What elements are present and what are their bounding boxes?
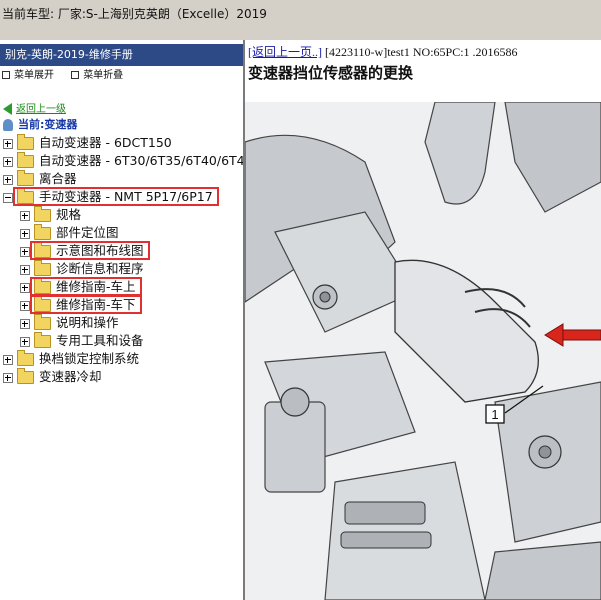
- tree-item-label: 自动变速器 - 6DCT150: [39, 135, 172, 150]
- expand-toggle-icon[interactable]: [20, 246, 30, 257]
- tree-item-label: 规格: [56, 207, 82, 222]
- expand-toggle-icon[interactable]: [3, 354, 13, 365]
- tree-item-label: 部件定位图: [56, 225, 119, 240]
- expand-toggle-icon[interactable]: [3, 174, 13, 185]
- collapse-icon: [71, 71, 80, 79]
- back-page-link[interactable]: [返回上一页..]: [248, 45, 322, 59]
- page-title: 变速器挡位传感器的更换: [248, 64, 414, 82]
- menu-expand-button[interactable]: 菜单展开: [2, 70, 54, 81]
- folder-icon: [17, 134, 34, 150]
- tree-item-label: 离合器: [39, 171, 77, 186]
- expand-toggle-icon[interactable]: [20, 300, 30, 311]
- highlight-box: [13, 187, 219, 206]
- folder-icon: [17, 152, 34, 168]
- highlight-box: [30, 241, 150, 260]
- expand-toggle-icon[interactable]: [3, 138, 13, 149]
- folder-icon: [17, 368, 34, 384]
- tree-item[interactable]: 变速器冷却: [3, 368, 102, 385]
- tree-item-label: 自动变速器 - 6T30/6T35/6T40/6T45/6T50: [39, 153, 245, 168]
- expand-toggle-icon[interactable]: [3, 372, 13, 383]
- tree-item-label: 换档锁定控制系统: [39, 351, 140, 366]
- tree-item-label: 诊断信息和程序: [56, 261, 144, 276]
- menu-collapse-button[interactable]: 菜单折叠: [71, 70, 123, 81]
- vehicle-title: 当前车型: 厂家:S-上海别克英朗（Excelle）2019: [2, 7, 267, 21]
- user-icon: [3, 119, 13, 131]
- menu-operations: 菜单展开 菜单折叠: [0, 66, 243, 86]
- back-arrow-icon: [3, 103, 12, 115]
- expand-toggle-icon[interactable]: [20, 318, 30, 329]
- tree-item-label: 变速器冷却: [39, 369, 102, 384]
- tree-item[interactable]: 换档锁定控制系统: [3, 350, 139, 367]
- expand-toggle-icon[interactable]: [20, 210, 30, 221]
- expand-toggle-icon[interactable]: [20, 336, 30, 347]
- tree-item-label: 专用工具和设备: [56, 333, 144, 348]
- back-link-label: 返回上一级: [16, 104, 66, 115]
- tree-item-label: 说明和操作: [56, 315, 119, 330]
- back-link[interactable]: 返回上一级: [3, 100, 66, 115]
- sidebar: 别克-英朗-2019-维修手册 菜单展开 菜单折叠 返回上一级 当前:变速器 自…: [0, 40, 245, 600]
- folder-icon: [34, 224, 51, 240]
- tree-item[interactable]: 部件定位图: [20, 224, 119, 241]
- title-bar: 当前车型: 厂家:S-上海别克英朗（Excelle）2019: [0, 0, 601, 41]
- tree-item[interactable]: 专用工具和设备: [20, 332, 144, 349]
- folder-icon: [34, 206, 51, 222]
- callout-label: 1: [491, 407, 498, 422]
- current-location-label: 当前:变速器: [18, 118, 78, 131]
- doc-navigation: [返回上一页..] [4223110-w]test1 NO:65PC:1 .20…: [248, 43, 518, 60]
- folder-icon: [34, 314, 51, 330]
- tree-item[interactable]: 说明和操作: [20, 314, 119, 331]
- folder-icon: [17, 170, 34, 186]
- sidebar-heading: 别克-英朗-2019-维修手册: [0, 44, 243, 66]
- expand-icon: [2, 71, 10, 79]
- highlight-box: [30, 295, 142, 314]
- tree-item[interactable]: 诊断信息和程序: [20, 260, 144, 277]
- folder-icon: [17, 350, 34, 366]
- tree-item[interactable]: 自动变速器 - 6DCT150: [3, 134, 172, 151]
- tree-item[interactable]: 离合器: [3, 170, 77, 187]
- current-location: 当前:变速器: [3, 116, 77, 132]
- collapse-toggle-icon[interactable]: [3, 192, 13, 203]
- tree-item[interactable]: 规格: [20, 206, 81, 223]
- expand-toggle-icon[interactable]: [3, 156, 13, 167]
- content-pane: [返回上一页..] [4223110-w]test1 NO:65PC:1 .20…: [245, 40, 601, 600]
- expand-toggle-icon[interactable]: [20, 282, 30, 293]
- expand-toggle-icon[interactable]: [20, 228, 30, 239]
- doc-reference: [4223110-w]test1 NO:65PC:1 .2016586: [322, 45, 518, 59]
- tree-item[interactable]: 自动变速器 - 6T30/6T35/6T40/6T45/6T50: [3, 152, 245, 169]
- transmission-illustration: 1: [245, 102, 601, 600]
- folder-icon: [34, 260, 51, 276]
- folder-icon: [34, 332, 51, 348]
- expand-toggle-icon[interactable]: [20, 264, 30, 275]
- highlight-box: [30, 277, 142, 296]
